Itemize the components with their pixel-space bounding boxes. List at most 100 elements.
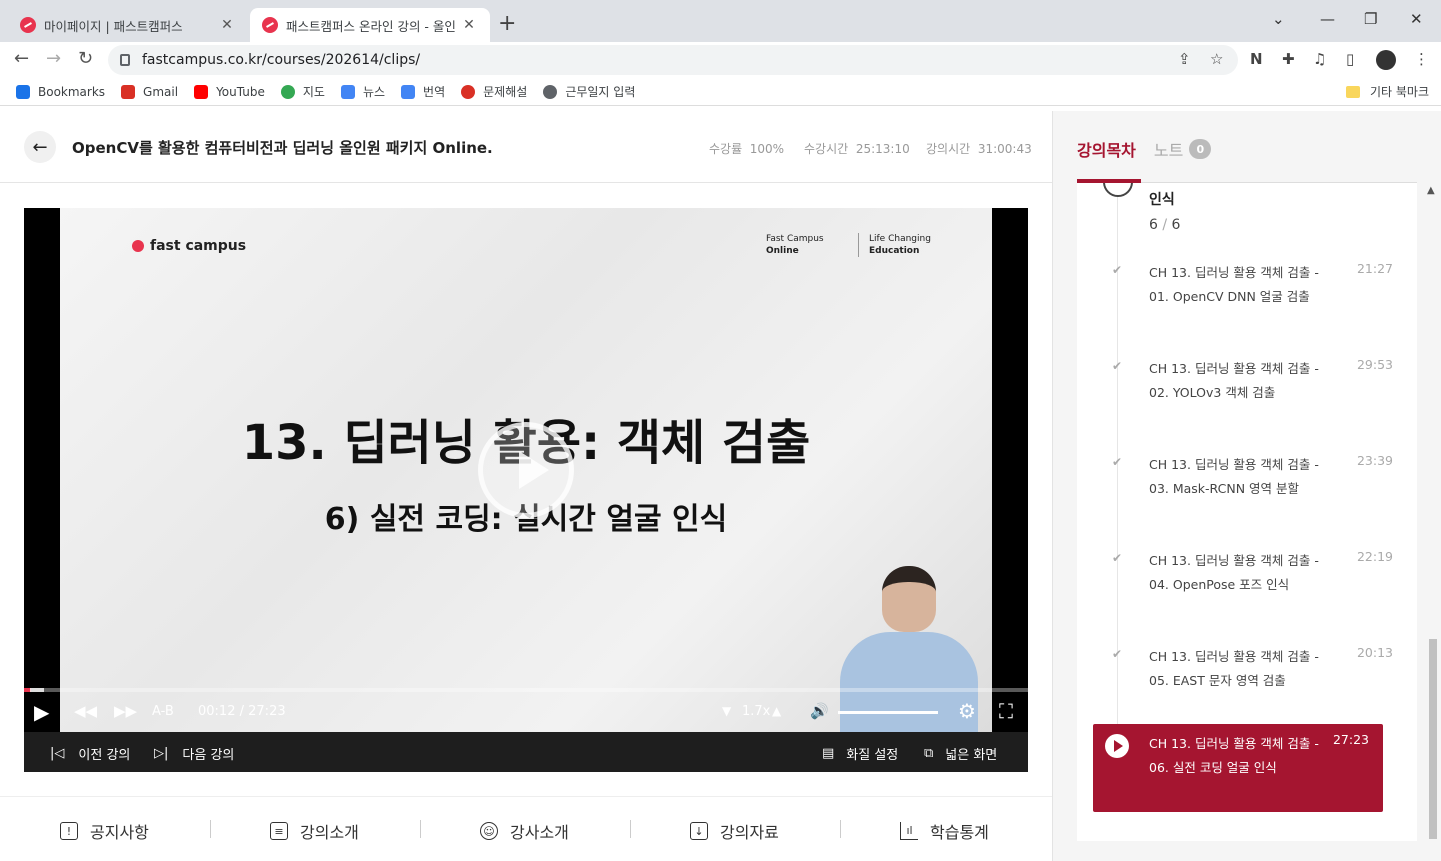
next-lecture-button[interactable]: ▷| 다음 강의	[154, 744, 234, 763]
bookmark-maps[interactable]: 지도	[280, 83, 325, 100]
scrollbar-thumb[interactable]	[1429, 639, 1437, 839]
skip-next-icon: ▷|	[154, 746, 169, 761]
tab-label: 학습통계	[930, 823, 989, 842]
lecture-item-current[interactable]: CH 13. 딥러닝 활용 객체 검출 - 06. 실전 코딩 얼굴 인식 27…	[1093, 724, 1383, 812]
count-total: 6	[1171, 217, 1181, 233]
address-bar[interactable]: fastcampus.co.kr/courses/202614/clips/	[108, 45, 1238, 75]
tab-stats[interactable]: ıl 학습통계	[900, 819, 989, 843]
media-control-icon[interactable]: ♫	[1313, 50, 1326, 68]
fastcampus-logo: fast campus	[132, 238, 246, 254]
lecture-item[interactable]: ✔ CH 13. 딥러닝 활용 객체 검출 - 04. OpenPose 포즈 …	[1077, 541, 1417, 637]
bookmark-news[interactable]: 뉴스	[340, 83, 385, 100]
star-icon	[16, 84, 30, 99]
lecture-item[interactable]: ✔ CH 13. 딥러닝 활용 객체 검출 - 01. OpenCV DNN 얼…	[1077, 253, 1417, 349]
profile-avatar[interactable]	[1376, 50, 1396, 70]
lecture-list: 인식 6 / 6 ✔ CH 13. 딥러닝 활용 객체 검출 - 01. Ope…	[1077, 183, 1417, 841]
ab-repeat-button[interactable]: A-B	[152, 704, 174, 719]
lecture-duration: 29:53	[1356, 357, 1393, 372]
gmail-icon	[121, 84, 136, 99]
fast-forward-icon[interactable]: ▶▶	[114, 702, 137, 720]
sidebar: 강의목차 노트 0 인식 6 / 6 ✔ CH 13. 딥러닝 활용 객체 검출 …	[1052, 111, 1441, 861]
play-overlay-icon[interactable]	[478, 422, 574, 518]
sidebar-tabs: 강의목차 노트 0	[1077, 137, 1212, 161]
checkmark-icon: ✔	[1112, 647, 1123, 661]
restore-window-icon[interactable]: ❐	[1364, 10, 1377, 28]
brand-line: Fast Campus	[766, 234, 824, 244]
tab-course-intro[interactable]: ≡ 강의소개	[270, 819, 359, 843]
bookmark-translate[interactable]: 번역	[401, 83, 445, 100]
side-panel-icon[interactable]: ▯	[1346, 50, 1354, 68]
playback-speed: 1.7x	[742, 704, 771, 719]
tab-label: 강사소개	[510, 823, 569, 842]
prev-lecture-button[interactable]: |◁ 이전 강의	[50, 744, 130, 763]
notes-label: 노트	[1153, 141, 1184, 160]
bookmark-problem[interactable]: 문제해설	[461, 83, 527, 100]
bookmarks-bar: Bookmarks Gmail YouTube 지도 뉴스 번역 문제해설 근무…	[0, 78, 1441, 106]
tab-search-chevron-icon[interactable]: ⌄	[1272, 10, 1285, 28]
bar-chart-icon: ıl	[900, 822, 918, 840]
globe-icon	[543, 84, 558, 99]
presenter-head	[882, 566, 936, 632]
sidebar-scrollbar[interactable]: ▲	[1427, 185, 1437, 845]
bookmark-label: Bookmarks	[38, 84, 106, 99]
tab-divider	[420, 820, 421, 838]
close-tab-icon[interactable]: ✕	[460, 17, 478, 33]
lecture-pane: ← OpenCV를 활용한 컴퓨터비전과 딥러닝 올인원 패키지 Online.…	[0, 111, 1052, 861]
tab-notes[interactable]: 노트 0	[1153, 137, 1212, 161]
lecture-item[interactable]: ✔ CH 13. 딥러닝 활용 객체 검출 - 02. YOLOv3 객체 검출…	[1077, 349, 1417, 445]
stat-progress: 수강률 100%	[709, 140, 784, 157]
volume-icon[interactable]: 🔊	[810, 702, 829, 720]
wide-screen-button[interactable]: ⧉ 넓은 화면	[924, 744, 997, 763]
rewind-icon[interactable]: ◀◀	[74, 702, 97, 720]
scroll-up-icon[interactable]: ▲	[1427, 185, 1437, 196]
share-icon[interactable]: ⇪	[1178, 50, 1191, 68]
logo-mark-icon	[132, 240, 144, 252]
time-display: 00:12 / 27:23	[198, 704, 286, 719]
play-icon[interactable]: ▶	[34, 700, 49, 724]
tab-toc[interactable]: 강의목차	[1077, 137, 1136, 161]
count-done: 6	[1149, 217, 1158, 233]
speed-down-icon[interactable]: ▼	[722, 704, 731, 718]
bookmark-label: 근무일지 입력	[565, 85, 636, 99]
lecture-item[interactable]: ✔ CH 13. 딥러닝 활용 객체 검출 - 03. Mask-RCNN 영역…	[1077, 445, 1417, 541]
bookmark-bookmarks[interactable]: Bookmarks	[16, 84, 106, 99]
bookmark-youtube[interactable]: YouTube	[194, 84, 265, 99]
back-nav-icon[interactable]: ←	[14, 48, 29, 69]
extension-n-icon[interactable]: N	[1250, 50, 1263, 68]
browser-tab-mypage[interactable]: 마이페이지 | 패스트캠퍼스 ✕	[8, 8, 248, 42]
lecture-title: CH 13. 딥러닝 활용 객체 검출 - 03. Mask-RCNN 영역 분…	[1149, 457, 1319, 496]
duration: 27:23	[248, 704, 286, 719]
speed-up-icon[interactable]: ▲	[772, 704, 781, 718]
close-tab-icon[interactable]: ✕	[218, 17, 236, 33]
tab-notice[interactable]: ! 공지사항	[60, 819, 149, 843]
browser-tab-course[interactable]: 패스트캠퍼스 온라인 강의 - 올인 ✕	[250, 8, 490, 42]
bookmark-gmail[interactable]: Gmail	[121, 84, 178, 99]
bookmark-label: YouTube	[216, 84, 265, 99]
volume-slider[interactable]	[838, 711, 938, 714]
bookmark-star-icon[interactable]: ☆	[1210, 50, 1223, 68]
stat-watch-time: 수강시간 25:13:10	[804, 140, 910, 157]
bookmark-worklog[interactable]: 근무일지 입력	[543, 83, 635, 100]
settings-gear-icon[interactable]: ⚙	[958, 699, 976, 723]
video-player[interactable]: fast campus Fast Campus Online Life Chang…	[24, 208, 1028, 772]
tab-instructor-intro[interactable]: ☺ 강사소개	[480, 819, 569, 843]
tab-divider	[630, 820, 631, 838]
reload-icon[interactable]: ↻	[78, 48, 93, 69]
lecture-title: CH 13. 딥러닝 활용 객체 검출 - 06. 실전 코딩 얼굴 인식	[1149, 736, 1319, 775]
close-window-icon[interactable]: ✕	[1410, 10, 1423, 28]
wide-screen-icon: ⧉	[924, 746, 934, 761]
quality-settings-button[interactable]: ▤ 화질 설정	[822, 744, 898, 763]
tab-materials[interactable]: ↓ 강의자료	[690, 819, 779, 843]
new-tab-button[interactable]: +	[498, 12, 516, 36]
fullscreen-icon[interactable]: ⛶	[999, 699, 1013, 723]
video-frame[interactable]: fast campus Fast Campus Online Life Chang…	[60, 208, 992, 732]
tab-divider	[210, 820, 211, 838]
minimize-window-icon[interactable]: —	[1320, 10, 1335, 28]
lecture-item[interactable]: ✔ CH 13. 딥러닝 활용 객체 검출 - 05. EAST 문자 영역 검…	[1077, 637, 1417, 733]
more-menu-icon[interactable]: ⋮	[1414, 50, 1429, 68]
checkmark-icon: ✔	[1112, 455, 1123, 469]
forward-nav-icon[interactable]: →	[46, 48, 61, 69]
extensions-puzzle-icon[interactable]: ✚	[1282, 50, 1295, 68]
other-bookmarks[interactable]: 기타 북마크	[1345, 83, 1429, 100]
back-button[interactable]: ←	[24, 131, 56, 163]
